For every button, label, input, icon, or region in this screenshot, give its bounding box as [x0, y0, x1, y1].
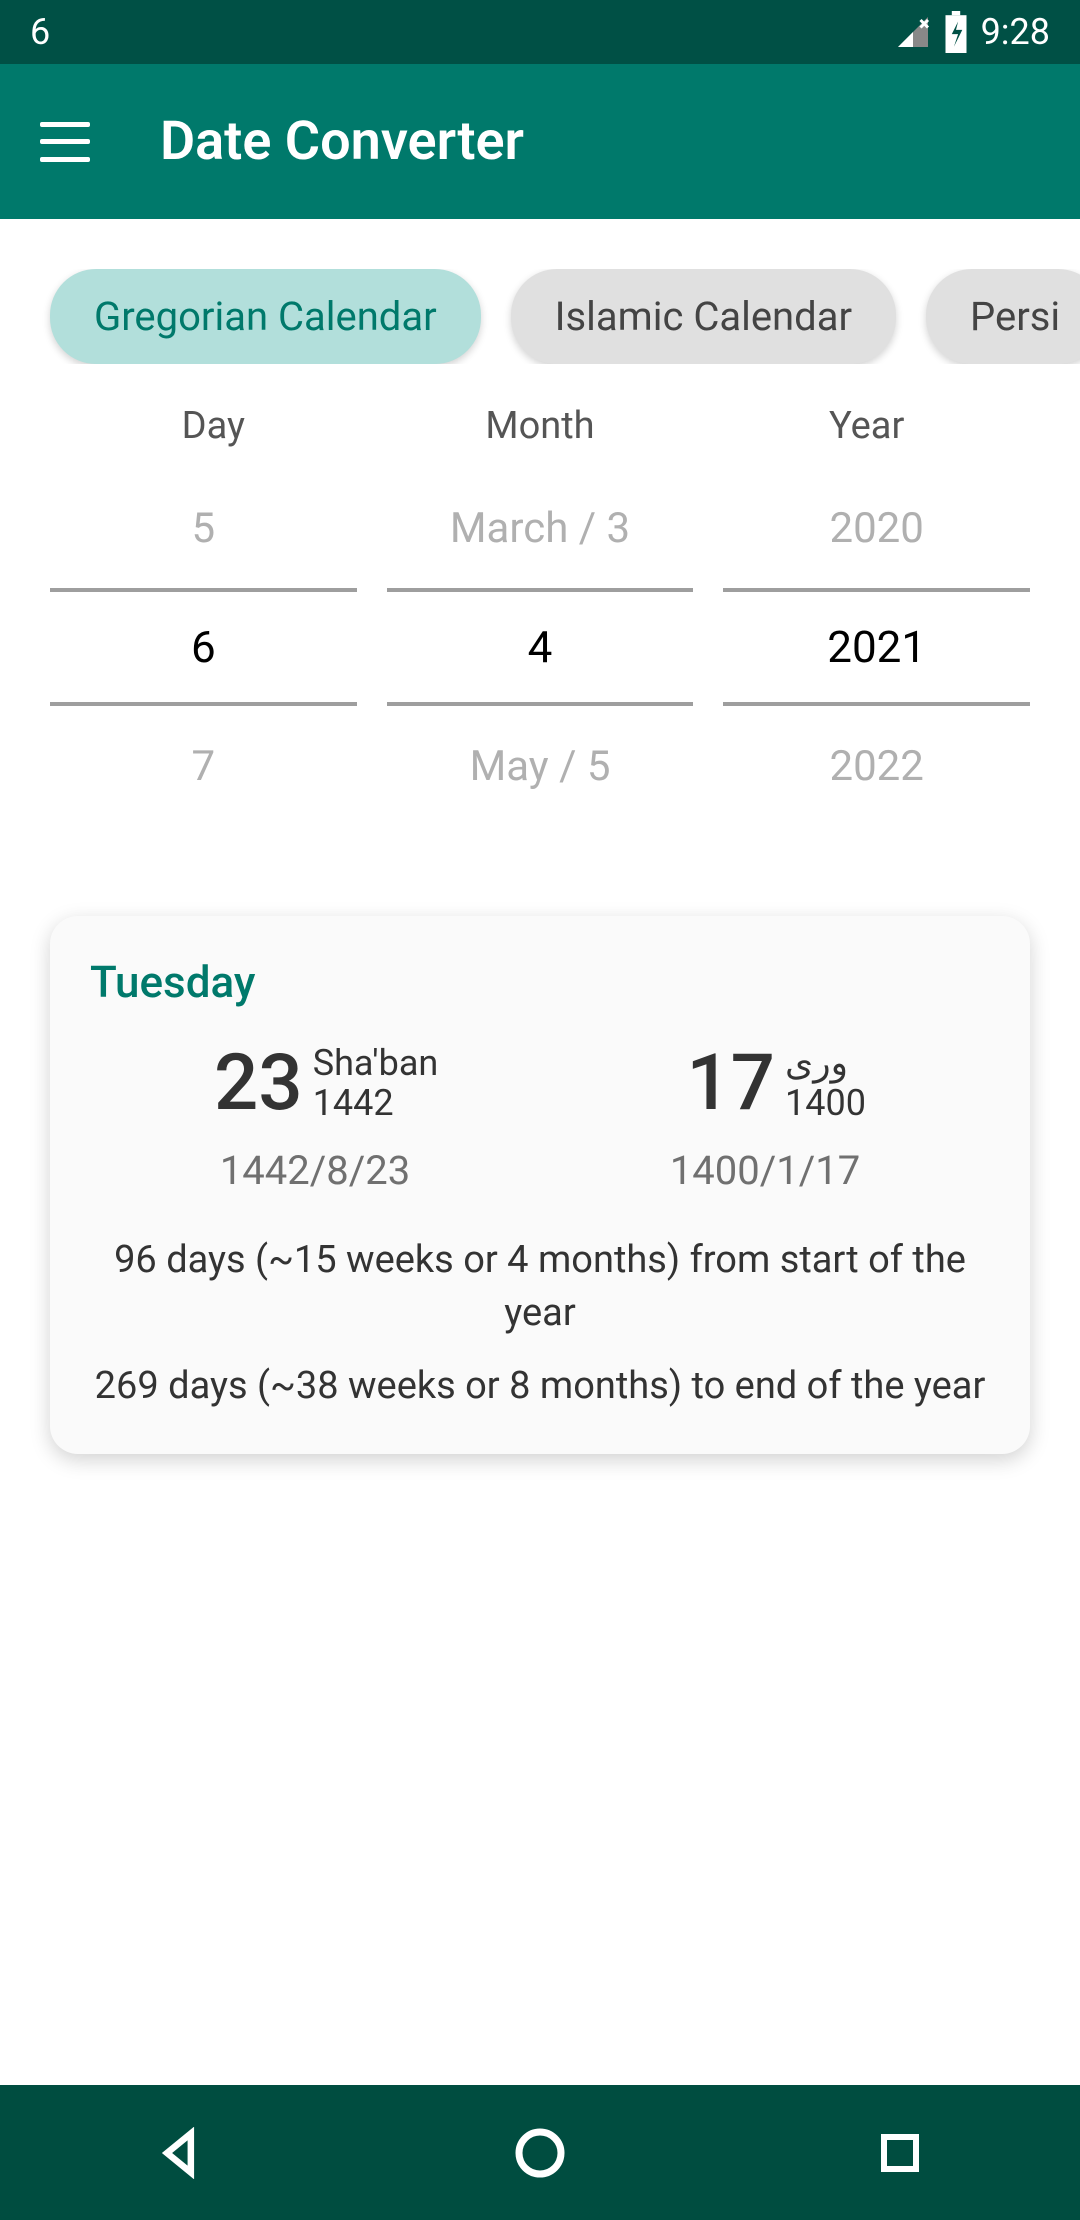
day-current[interactable]: 6 [50, 592, 357, 702]
day-wheel[interactable]: 5 6 7 [50, 468, 357, 826]
content-area: Gregorian Calendar Islamic Calendar Pers… [0, 219, 1080, 2085]
islamic-date-block: 23 Sha'ban 1442 [214, 1038, 438, 1129]
year-current[interactable]: 2021 [723, 592, 1030, 702]
recent-icon [876, 2129, 924, 2177]
persian-year: 1400 [785, 1084, 866, 1124]
app-bar: Date Converter [0, 64, 1080, 219]
picker-headers: Day Month Year [0, 364, 1080, 468]
islamic-full-date: 1442/8/23 [220, 1147, 410, 1194]
month-prev[interactable]: March / 3 [387, 468, 694, 588]
islamic-month: Sha'ban [313, 1044, 439, 1084]
converted-dates-row: 23 Sha'ban 1442 17 وری 1400 [90, 1038, 990, 1129]
month-wheel[interactable]: March / 3 4 May / 5 [387, 468, 694, 826]
notification-count: 6 [30, 11, 50, 53]
battery-icon [941, 11, 971, 53]
full-dates-row: 1442/8/23 1400/1/17 [90, 1147, 990, 1194]
back-icon [154, 2127, 206, 2179]
clock: 9:28 [981, 11, 1050, 53]
month-current[interactable]: 4 [387, 592, 694, 702]
year-prev[interactable]: 2020 [723, 468, 1030, 588]
menu-icon[interactable] [40, 122, 90, 162]
persian-date-block: 17 وری 1400 [686, 1038, 866, 1129]
calendar-tabs[interactable]: Gregorian Calendar Islamic Calendar Pers… [0, 269, 1080, 364]
islamic-year: 1442 [313, 1084, 439, 1124]
days-to-end: 269 days (~38 weeks or 8 months) to end … [90, 1360, 990, 1413]
status-right: 9:28 [895, 11, 1050, 53]
home-icon [512, 2125, 568, 2181]
header-day: Day [50, 404, 377, 448]
days-from-start: 96 days (~15 weeks or 4 months) from sta… [90, 1234, 990, 1340]
tab-gregorian[interactable]: Gregorian Calendar [50, 269, 481, 364]
persian-full-date: 1400/1/17 [670, 1147, 860, 1194]
islamic-day: 23 [214, 1038, 303, 1129]
month-next[interactable]: May / 5 [387, 706, 694, 826]
year-wheel[interactable]: 2020 2021 2022 [723, 468, 1030, 826]
tab-islamic[interactable]: Islamic Calendar [511, 269, 896, 364]
tab-persian[interactable]: Persi [926, 269, 1080, 364]
recent-button[interactable] [869, 2122, 931, 2184]
persian-month: وری [785, 1044, 866, 1084]
home-button[interactable] [509, 2122, 571, 2184]
signal-icon [895, 14, 931, 50]
header-year: Year [703, 404, 1030, 448]
day-prev[interactable]: 5 [50, 468, 357, 588]
back-button[interactable] [149, 2122, 211, 2184]
weekday: Tuesday [90, 956, 990, 1008]
day-next[interactable]: 7 [50, 706, 357, 826]
result-card: Tuesday 23 Sha'ban 1442 17 وری 1400 1442… [50, 916, 1030, 1454]
year-next[interactable]: 2022 [723, 706, 1030, 826]
header-month: Month [377, 404, 704, 448]
navigation-bar [0, 2085, 1080, 2220]
status-bar: 6 9:28 [0, 0, 1080, 64]
persian-day: 17 [686, 1038, 775, 1129]
date-pickers: 5 6 7 March / 3 4 May / 5 2020 2021 2022 [0, 468, 1080, 826]
app-title: Date Converter [160, 110, 524, 173]
status-left: 6 [30, 11, 50, 53]
